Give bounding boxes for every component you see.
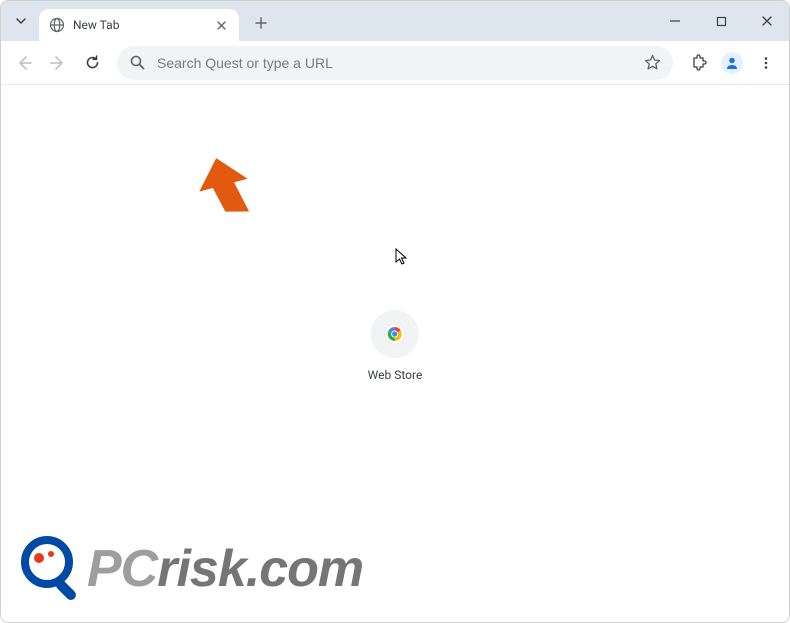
minimize-button[interactable] <box>661 7 689 35</box>
toolbar <box>1 41 789 85</box>
shortcut-label: Web Store <box>368 368 423 382</box>
puzzle-icon <box>690 54 707 71</box>
tab-strip: New Tab <box>1 1 789 41</box>
reload-button[interactable] <box>77 48 107 78</box>
watermark-text-1: PC <box>87 543 157 595</box>
chevron-down-icon <box>15 15 27 27</box>
web-store-icon <box>384 323 406 345</box>
tab-close-button[interactable] <box>213 17 229 33</box>
page-content: Web Store PCrisk.com <box>1 85 789 622</box>
bookmark-button[interactable] <box>643 54 661 72</box>
forward-button[interactable] <box>43 48 73 78</box>
globe-icon <box>49 17 65 33</box>
tab-search-button[interactable] <box>7 7 35 35</box>
extensions-button[interactable] <box>683 48 713 78</box>
menu-button[interactable] <box>751 48 781 78</box>
annotation-arrow-icon <box>196 157 254 225</box>
watermark-text-2: risk.com <box>157 543 363 595</box>
close-icon <box>761 15 773 27</box>
reload-icon <box>84 54 101 71</box>
search-icon <box>129 55 145 71</box>
tab-title: New Tab <box>73 18 213 32</box>
profile-avatar-icon <box>721 52 743 74</box>
magnifier-icon <box>17 534 87 604</box>
maximize-button[interactable] <box>707 7 735 35</box>
profile-button[interactable] <box>717 48 747 78</box>
browser-window: New Tab <box>0 0 790 623</box>
address-bar[interactable] <box>117 46 673 80</box>
minimize-icon <box>669 15 681 27</box>
star-icon <box>644 54 661 71</box>
omnibox-input[interactable] <box>157 55 643 71</box>
arrow-right-icon <box>49 54 67 72</box>
more-vertical-icon <box>759 56 773 70</box>
close-window-button[interactable] <box>753 7 781 35</box>
plus-icon <box>255 17 267 29</box>
new-tab-button[interactable] <box>247 9 275 37</box>
window-controls <box>661 1 781 41</box>
close-icon <box>217 21 226 30</box>
watermark: PCrisk.com <box>17 534 363 604</box>
shortcut-icon-circle <box>371 310 419 358</box>
cursor-icon <box>395 248 409 266</box>
browser-tab[interactable]: New Tab <box>39 9 239 41</box>
shortcut-tile[interactable]: Web Store <box>368 310 423 382</box>
maximize-icon <box>716 16 727 27</box>
back-button[interactable] <box>9 48 39 78</box>
arrow-left-icon <box>15 54 33 72</box>
